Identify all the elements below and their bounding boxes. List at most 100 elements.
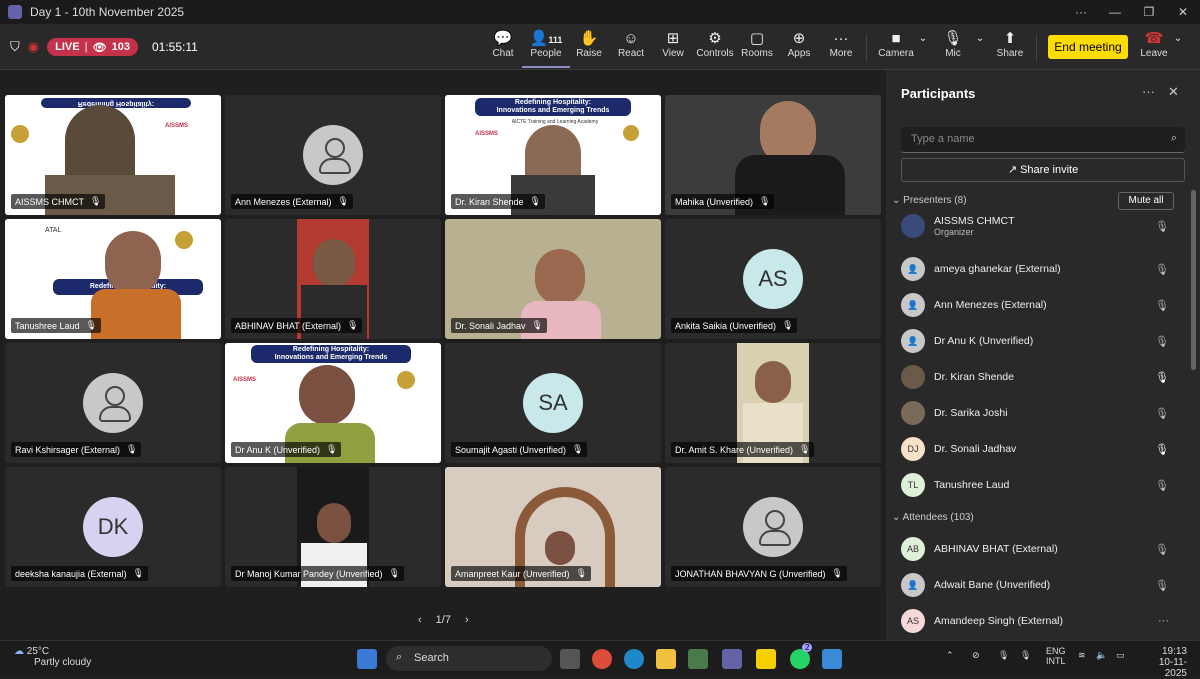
search-input[interactable]: Type a name ⌕ <box>901 127 1185 153</box>
more-options-icon[interactable]: ··· <box>1064 5 1098 19</box>
mic-off-icon[interactable]: 🎙 <box>1155 299 1169 312</box>
camera-off-icon[interactable]: ⊘ <box>972 650 980 661</box>
taskbar-search[interactable]: ⌕ Search <box>386 646 552 671</box>
divider <box>1036 34 1037 62</box>
participant-name-tag: Dr Anu K (Unverified) 🎙 <box>231 442 342 457</box>
mic-off-icon[interactable]: 🎙 <box>1155 407 1169 420</box>
mic-off-icon[interactable]: 🎙 <box>1020 650 1031 661</box>
more-button[interactable]: ··· More <box>817 30 865 59</box>
mic-off-icon[interactable]: 🎙 <box>1155 220 1169 233</box>
panel-title: Participants <box>901 86 976 101</box>
video-tile[interactable]: Amanpreet Kaur (Unverified) 🎙 <box>445 467 661 587</box>
video-tile[interactable]: ATAL Redefining Hospitality: Tanushree L… <box>5 219 221 339</box>
scrollbar[interactable] <box>1191 190 1196 370</box>
participant-row[interactable]: Dr. Kiran Shende 🎙 <box>901 362 1185 392</box>
participant-video <box>313 239 355 287</box>
participant-row[interactable]: AB ABHINAV BHAT (External) 🎙 <box>901 534 1185 564</box>
share-label: Share <box>996 48 1024 59</box>
more-options-icon[interactable]: ··· <box>1158 615 1169 627</box>
participant-row[interactable]: 👤 Dr Anu K (Unverified) 🎙 <box>901 326 1185 356</box>
participant-name-tag: Soumajit Agasti (Unverified) 🎙 <box>451 442 588 457</box>
mic-icon[interactable]: 🎙 <box>998 650 1009 661</box>
video-tile[interactable]: Redefining Hospitality: AISSMS AISSMS CH… <box>5 95 221 215</box>
shield-icon[interactable]: ⛉ <box>10 39 20 55</box>
people-button[interactable]: 👤111 People <box>522 30 570 68</box>
maximize-button[interactable]: ❐ <box>1132 5 1166 19</box>
share-button[interactable]: ⬆ Share <box>986 30 1034 59</box>
rooms-button[interactable]: ▢ Rooms <box>733 30 781 59</box>
system-clock[interactable]: 19:13 10-11-2025 <box>1142 646 1187 679</box>
participant-name: Dr. Sonali Jadhav <box>455 320 526 331</box>
video-tile[interactable]: AS Ankita Saikia (Unverified) 🎙 <box>665 219 881 339</box>
record-icon[interactable]: ◉ <box>28 39 39 55</box>
chrome-icon[interactable] <box>592 649 612 669</box>
participant-row[interactable]: AISSMS CHMCT Organizer 🎙 <box>901 211 1185 241</box>
video-tile[interactable]: Redefining Hospitality: Innovations and E… <box>225 343 441 463</box>
video-tile[interactable]: Mahika (Unverified) 🎙 <box>665 95 881 215</box>
weather-widget[interactable]: ☁ 25°C Partly cloudy <box>14 646 91 668</box>
app-icon[interactable] <box>688 649 708 669</box>
participant-row[interactable]: DJ Dr. Sonali Jadhav 🎙 <box>901 434 1185 464</box>
video-tile[interactable]: JONATHAN BHAVYAN G (Unverified) 🎙 <box>665 467 881 587</box>
react-button[interactable]: ☺ React <box>607 30 655 59</box>
video-tile[interactable]: Ravi Kshirsager (External) 🎙 <box>5 343 221 463</box>
participant-row[interactable]: AS Amandeep Singh (External) ··· <box>901 606 1185 636</box>
teams-icon[interactable] <box>722 649 742 669</box>
view-button[interactable]: ⊞ View <box>649 30 697 59</box>
leave-options-button[interactable]: ⌄ <box>1168 30 1188 48</box>
minimize-button[interactable]: — <box>1098 5 1132 19</box>
atal-logo-text: ATAL <box>45 227 62 234</box>
participant-row[interactable]: 👤 ameya ghanekar (External) 🎙 <box>901 254 1185 284</box>
mic-off-icon[interactable]: 🎙 <box>1155 543 1169 556</box>
mic-off-icon: 🎙 <box>531 320 543 330</box>
chat-button[interactable]: 💬 Chat <box>479 30 527 59</box>
video-tile[interactable]: DK deeksha kanaujia (External) 🎙 <box>5 467 221 587</box>
mic-off-icon[interactable]: 🎙 <box>1155 479 1169 492</box>
mic-icon[interactable]: 🎙 <box>1155 443 1169 456</box>
attendees-label: Attendees (103) <box>902 512 974 523</box>
video-tile[interactable]: Dr Manoj Kumar Pandey (Unverified) 🎙 <box>225 467 441 587</box>
controls-button[interactable]: ⚙ Controls <box>691 30 739 59</box>
mic-off-icon[interactable]: 🎙 <box>1155 335 1169 348</box>
mic-off-icon[interactable]: 🎙 <box>1155 263 1169 276</box>
video-tile[interactable]: Dr. Sonali Jadhav 🎙 <box>445 219 661 339</box>
leave-label: Leave <box>1140 48 1168 59</box>
live-badge[interactable]: LIVE | 👁 103 <box>47 38 138 56</box>
edge-icon[interactable] <box>624 649 644 669</box>
chevron-up-icon[interactable]: ⌃ <box>946 650 954 661</box>
presenters-header[interactable]: ⌄ Presenters (8) <box>892 195 967 206</box>
task-view-icon[interactable] <box>560 649 580 669</box>
close-icon[interactable]: ✕ <box>1168 84 1179 100</box>
participant-row[interactable]: 👤 Ann Menezes (External) 🎙 <box>901 290 1185 320</box>
more-options-icon[interactable]: ··· <box>1142 84 1155 99</box>
file-explorer-icon[interactable] <box>656 649 676 669</box>
start-icon[interactable] <box>357 649 377 669</box>
wifi-icon[interactable]: ≋ <box>1078 650 1086 661</box>
attendees-header[interactable]: ⌄ Attendees (103) <box>892 512 974 523</box>
sticky-notes-icon[interactable] <box>756 649 776 669</box>
notification-badge: 2 <box>802 643 813 652</box>
mute-all-button[interactable]: Mute all <box>1118 192 1174 210</box>
video-tile[interactable]: Dr. Amit S. Khare (Unverified) 🎙 <box>665 343 881 463</box>
participant-row[interactable]: Dr. Sarika Joshi 🎙 <box>901 398 1185 428</box>
raise-hand-button[interactable]: ✋ Raise <box>565 30 613 59</box>
chevron-left-icon[interactable]: ‹ <box>418 614 422 626</box>
participant-row[interactable]: 👤 Adwait Bane (Unverified) 🎙 <box>901 570 1185 600</box>
participant-row[interactable]: TL Tanushree Laud 🎙 <box>901 470 1185 500</box>
video-tile[interactable]: SA Soumajit Agasti (Unverified) 🎙 <box>445 343 661 463</box>
apps-button[interactable]: ⊕ Apps <box>775 30 823 59</box>
video-tile[interactable]: ABHINAV BHAT (External) 🎙 <box>225 219 441 339</box>
chevron-right-icon[interactable]: › <box>465 614 469 626</box>
close-window-button[interactable]: ✕ <box>1166 5 1200 19</box>
whatsapp-icon[interactable]: 2 <box>790 643 813 669</box>
mic-icon[interactable]: 🎙 <box>1155 371 1169 384</box>
photos-icon[interactable] <box>822 649 842 669</box>
video-tile[interactable]: Redefining Hospitality: Innovations and E… <box>445 95 661 215</box>
end-meeting-button[interactable]: End meeting <box>1048 35 1128 59</box>
mic-off-icon[interactable]: 🎙 <box>1155 579 1169 592</box>
share-invite-button[interactable]: ↗ Share invite <box>901 158 1185 182</box>
video-tile[interactable]: Ann Menezes (External) 🎙 <box>225 95 441 215</box>
battery-icon[interactable]: ▭ <box>1116 650 1125 661</box>
volume-icon[interactable]: 🔈 <box>1096 650 1107 661</box>
language-indicator[interactable]: ENG INTL <box>1046 646 1066 666</box>
